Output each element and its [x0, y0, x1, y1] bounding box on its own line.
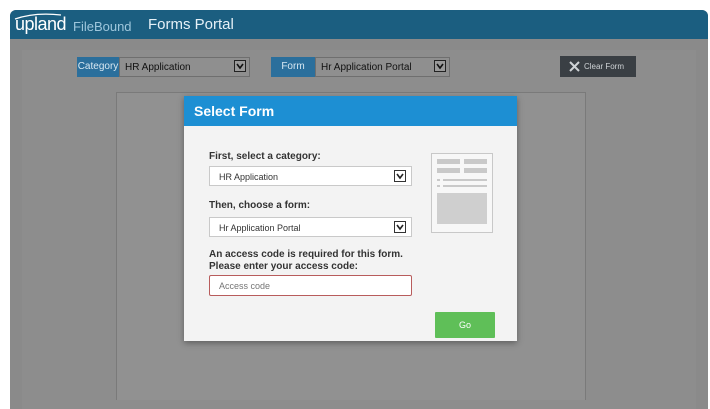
dialog-form-value: Hr Application Portal	[219, 223, 301, 233]
form-document-icon	[431, 153, 493, 233]
dialog-category-select[interactable]: HR Application	[209, 166, 412, 186]
access-code-prompt: An access code is required for this form…	[209, 249, 439, 273]
form-select[interactable]: Hr Application Portal	[315, 57, 450, 77]
access-code-prompt-line1: An access code is required for this form…	[209, 249, 403, 260]
dialog-title: Select Form	[184, 96, 517, 126]
go-button[interactable]: Go	[435, 312, 495, 338]
chevron-down-icon[interactable]	[394, 170, 406, 182]
app-header: upland FileBound Forms Portal	[10, 10, 708, 39]
page-title: Forms Portal	[148, 16, 234, 33]
category-prompt: First, select a category:	[209, 151, 321, 162]
category-label: Category	[77, 57, 119, 77]
chevron-down-icon[interactable]	[434, 60, 446, 72]
access-code-prompt-line2: Please enter your access code:	[209, 261, 358, 272]
select-form-dialog: Select Form First, select a category: HR…	[184, 96, 517, 341]
form-select-value: Hr Application Portal	[321, 62, 412, 73]
logo-upland-text: upland	[15, 14, 67, 34]
close-icon	[569, 61, 580, 72]
chevron-down-icon[interactable]	[234, 60, 246, 72]
chevron-down-icon[interactable]	[394, 221, 406, 233]
category-select[interactable]: HR Application	[119, 57, 250, 77]
access-code-input[interactable]	[209, 275, 412, 296]
form-prompt: Then, choose a form:	[209, 200, 311, 211]
clear-form-button[interactable]: Clear Form	[560, 56, 636, 77]
dialog-form-select[interactable]: Hr Application Portal	[209, 217, 412, 237]
logo-filebound-text: FileBound	[73, 19, 132, 34]
form-label: Form	[271, 57, 315, 77]
clear-form-label: Clear Form	[584, 62, 625, 71]
dialog-category-value: HR Application	[219, 172, 279, 182]
category-select-value: HR Application	[125, 62, 191, 73]
